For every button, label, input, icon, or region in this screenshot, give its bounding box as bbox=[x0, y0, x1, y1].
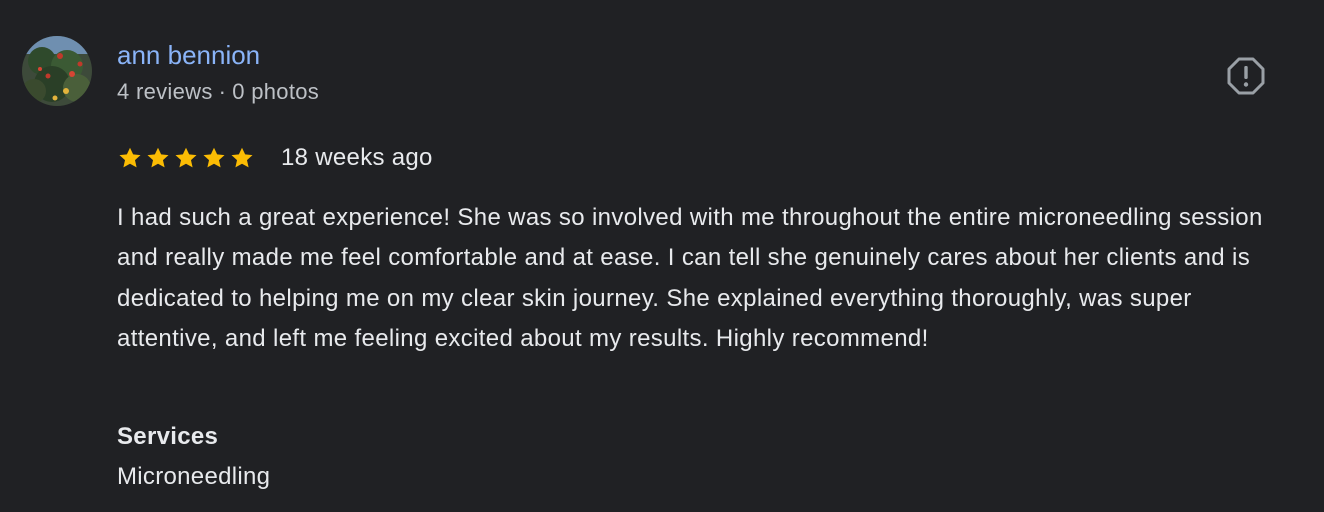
report-button[interactable] bbox=[1226, 56, 1266, 96]
star-icon bbox=[231, 147, 253, 168]
reviewer-name[interactable]: ann bennion bbox=[117, 38, 260, 72]
star-icon bbox=[175, 147, 197, 168]
star-rating bbox=[117, 145, 257, 171]
services-label: Services bbox=[117, 423, 219, 450]
reviewer-stats: 4 reviews · 0 photos bbox=[117, 78, 319, 106]
star-icon bbox=[203, 147, 225, 168]
services-value: Microneedling bbox=[117, 463, 271, 490]
reviewer-avatar[interactable] bbox=[22, 36, 92, 106]
reviews-count: 4 reviews bbox=[117, 79, 213, 104]
review-text: I had such a great experience! She was s… bbox=[117, 204, 1263, 352]
star-icon bbox=[119, 147, 141, 168]
review-time: 18 weeks ago bbox=[281, 144, 433, 171]
avatar-image bbox=[22, 36, 92, 106]
report-icon bbox=[1227, 57, 1265, 95]
rating-row: 18 weeks ago bbox=[117, 142, 433, 174]
stats-separator: · bbox=[218, 79, 227, 104]
review-card: ann bennion 4 reviews · 0 photos 18 weeks … bbox=[0, 0, 1324, 512]
star-icon bbox=[147, 147, 169, 168]
photos-count: 0 photos bbox=[232, 79, 320, 104]
